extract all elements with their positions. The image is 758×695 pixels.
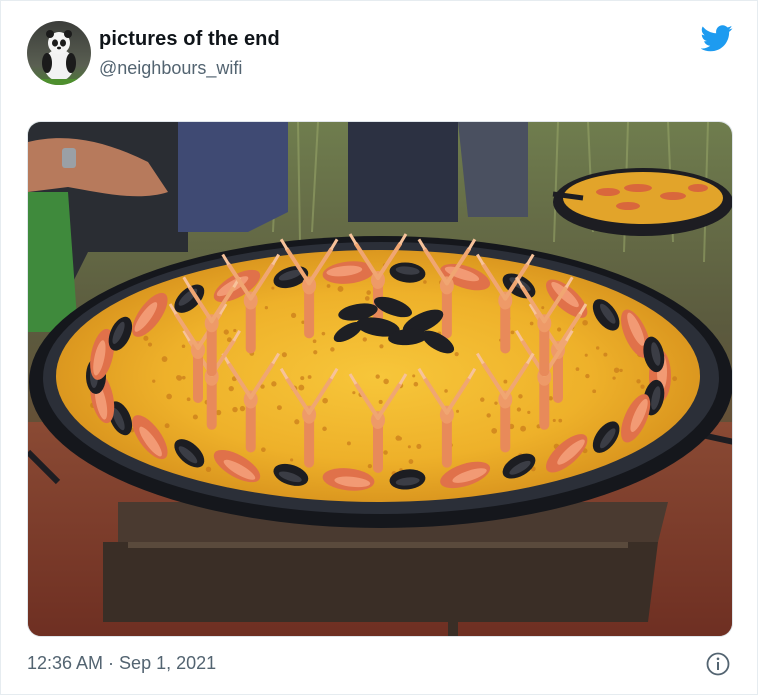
tweet-timestamp[interactable]: 12:36 AM · Sep 1, 2021 [27,653,216,674]
tweet-photo[interactable] [27,121,733,637]
twitter-bird-icon[interactable] [700,25,733,52]
avatar[interactable] [27,21,91,85]
display-name[interactable]: pictures of the end [99,28,280,51]
info-icon[interactable] [705,651,731,677]
tweet-card: pictures of the end @neighbours_wifi 12:… [0,0,758,695]
user-handle[interactable]: @neighbours_wifi [99,58,242,79]
